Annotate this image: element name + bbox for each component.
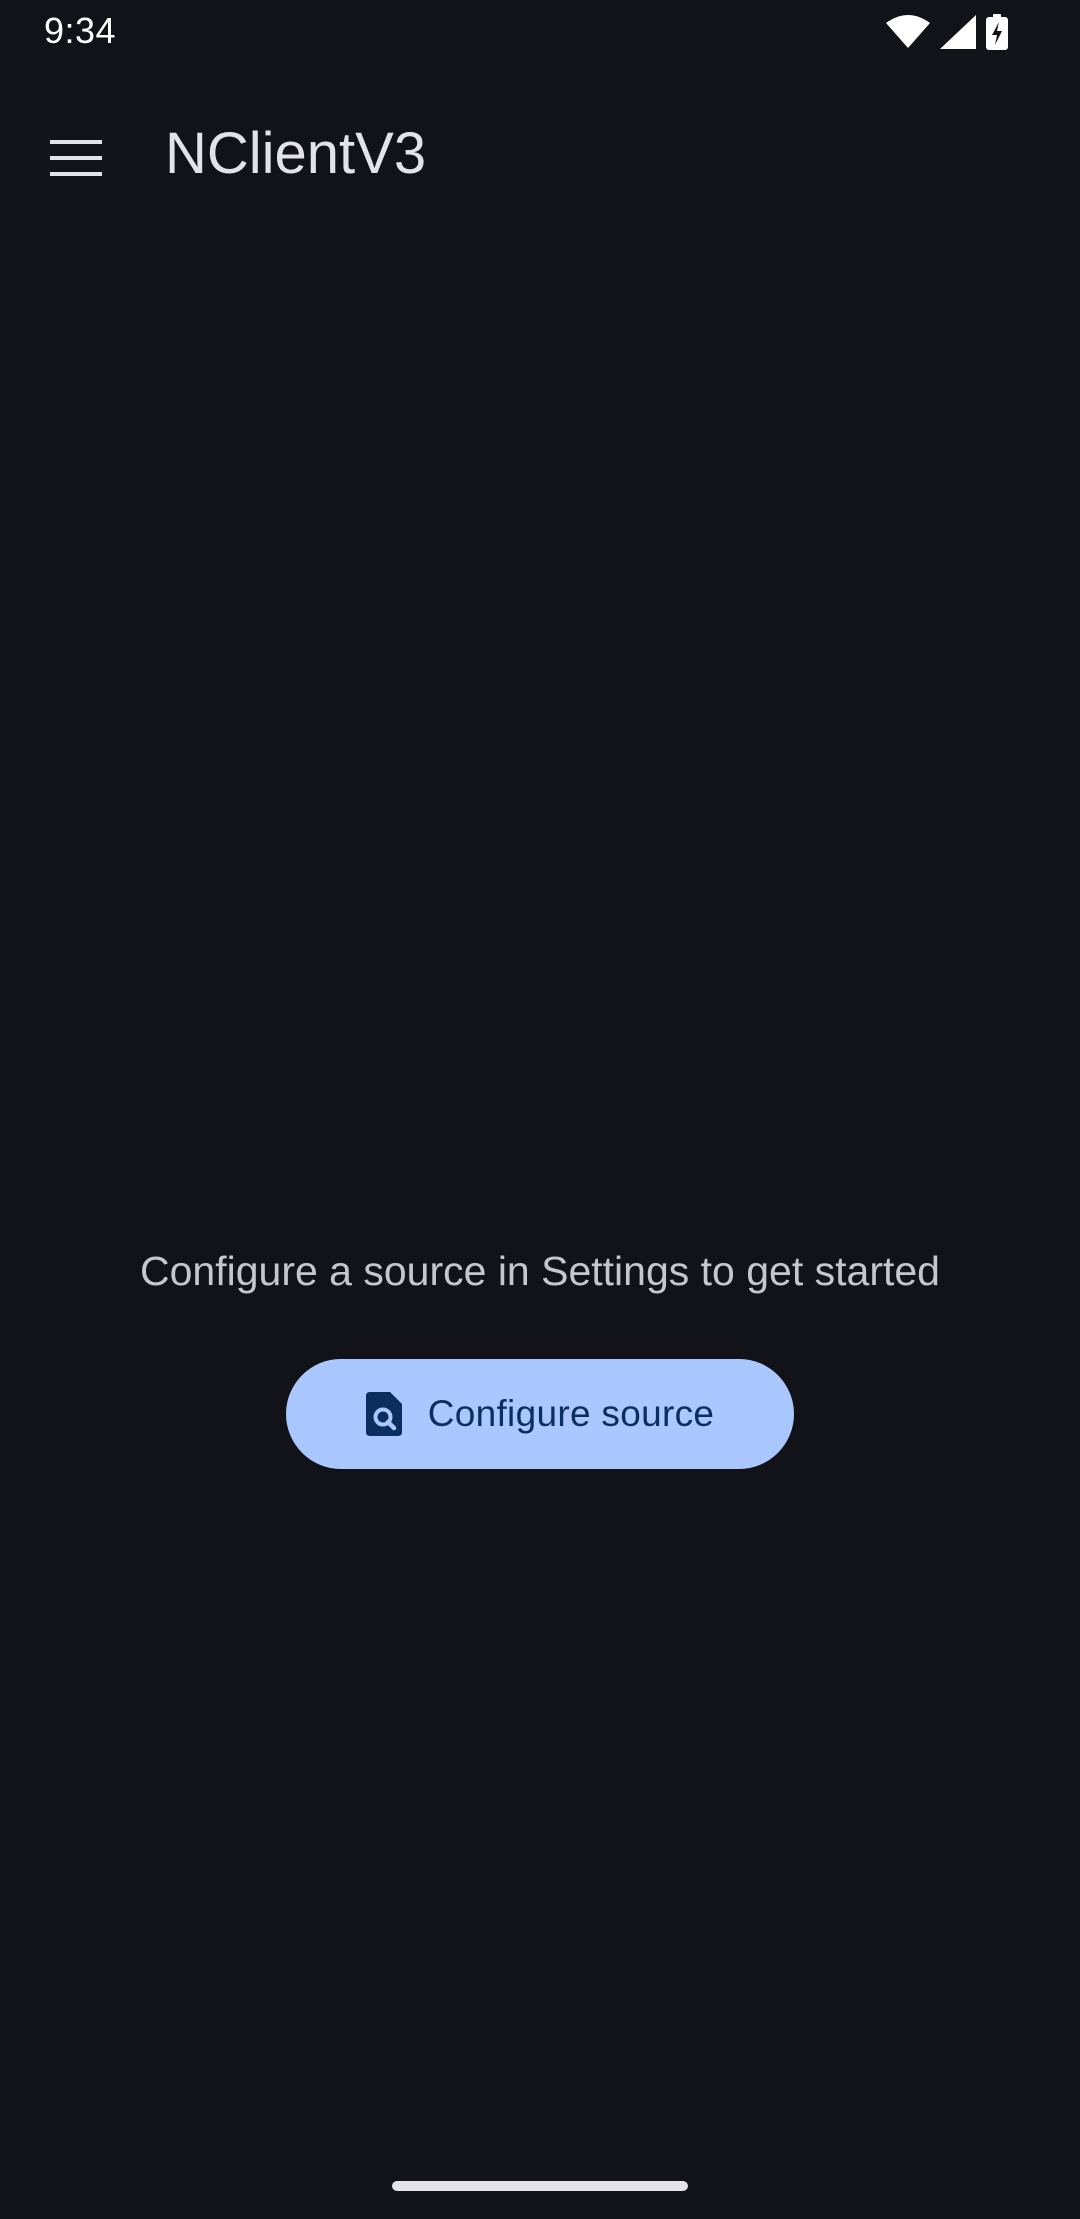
top-app-bar: NClientV3 (0, 96, 1080, 216)
configure-source-label: Configure source (427, 1393, 715, 1434)
screen: 9:34 NClientV3 Configure a source in Set… (0, 0, 1080, 2219)
configure-source-button[interactable]: Configure source (286, 1359, 794, 1469)
battery-charging-icon (986, 14, 1008, 50)
document-search-icon (365, 1392, 402, 1436)
gesture-navigation-handle[interactable] (392, 2181, 688, 2191)
status-bar: 9:34 (0, 0, 1080, 64)
empty-state-message: Configure a source in Settings to get st… (140, 1248, 940, 1294)
status-time: 9:34 (44, 10, 117, 51)
app-title: NClientV3 (165, 121, 427, 186)
hamburger-menu-icon (50, 139, 102, 181)
status-icons (886, 14, 1008, 50)
cellular-signal-icon (940, 15, 976, 49)
wifi-icon (886, 15, 930, 49)
navigation-menu-button[interactable] (28, 112, 124, 208)
